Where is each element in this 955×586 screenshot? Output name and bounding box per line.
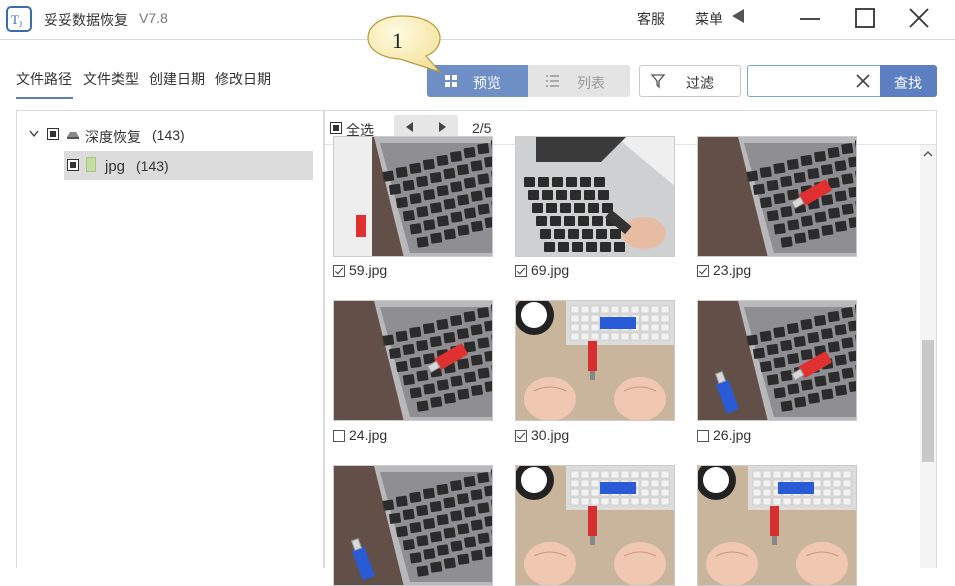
image-thumbnail[interactable] (515, 300, 675, 421)
grid-icon (445, 75, 457, 87)
chevron-down-icon[interactable] (29, 130, 39, 138)
callout-number: 1 (392, 28, 403, 53)
minimize-button[interactable] (796, 6, 824, 32)
active-tab-indicator (16, 97, 73, 99)
tree-child-checkbox[interactable] (67, 159, 79, 171)
image-thumbnail[interactable] (333, 300, 493, 421)
select-all-checkbox[interactable] (330, 122, 342, 134)
scroll-up-button[interactable] (920, 145, 936, 163)
tab-modified-date[interactable]: 修改日期 (215, 69, 271, 89)
item-filename[interactable]: 30.jpg (531, 427, 569, 443)
page-indicator: 2/5 (472, 120, 492, 136)
search-input[interactable] (752, 71, 852, 91)
filter-button[interactable]: 过滤 (639, 65, 741, 97)
item-checkbox[interactable] (697, 265, 709, 277)
svg-text:T: T (11, 12, 19, 27)
svg-text:J: J (19, 20, 22, 29)
list-label: 列表 (577, 75, 605, 91)
customer-service-button[interactable]: 客服 (637, 9, 665, 29)
tab-file-type[interactable]: 文件类型 (83, 69, 139, 89)
tree-root-label: 深度恢复 (85, 129, 141, 145)
clear-icon[interactable] (856, 74, 870, 88)
list-view-button[interactable]: 列表 (528, 65, 630, 97)
search-box (747, 65, 881, 97)
image-thumbnail[interactable] (697, 136, 857, 257)
find-button[interactable]: 查找 (880, 65, 937, 97)
filter-label: 过滤 (686, 75, 714, 91)
drive-icon (67, 132, 79, 139)
app-logo-icon: TJ (6, 6, 32, 32)
item-checkbox[interactable] (333, 430, 345, 442)
tree-node-jpg[interactable]: jpg (143) (64, 151, 313, 180)
item-filename[interactable]: 23.jpg (713, 262, 751, 278)
filter-icon (650, 74, 666, 89)
tree-root-checkbox[interactable] (47, 128, 59, 140)
image-thumbnail[interactable] (697, 300, 857, 421)
menu-arrow-icon[interactable] (732, 9, 744, 23)
image-thumbnail[interactable] (333, 136, 493, 257)
tab-file-path[interactable]: 文件路径 (16, 69, 72, 89)
close-button[interactable] (905, 6, 933, 32)
app-title: 妥妥数据恢复 (44, 12, 128, 28)
scrollbar-thumb[interactable] (922, 340, 934, 462)
tree-child-count: (143) (136, 158, 169, 174)
maximize-button[interactable] (851, 6, 879, 32)
tree-child-label: jpg (105, 158, 126, 175)
menu-button[interactable]: 菜单 (695, 9, 723, 29)
item-filename[interactable]: 59.jpg (349, 262, 387, 278)
callout-balloon (367, 15, 442, 74)
chevron-up-icon (923, 151, 933, 157)
app-version: V7.8 (139, 10, 168, 26)
find-label: 查找 (894, 75, 922, 91)
item-filename[interactable]: 69.jpg (531, 262, 569, 278)
item-checkbox[interactable] (515, 265, 527, 277)
item-checkbox[interactable] (333, 265, 345, 277)
preview-label: 预览 (473, 75, 501, 91)
tab-created-date[interactable]: 创建日期 (149, 69, 205, 89)
item-checkbox[interactable] (515, 430, 527, 442)
item-filename[interactable]: 26.jpg (713, 427, 751, 443)
image-thumbnail[interactable] (515, 136, 675, 257)
tree-node-deep-recovery[interactable]: 深度恢复 (143) (26, 122, 316, 148)
item-filename[interactable]: 24.jpg (349, 427, 387, 443)
list-icon (546, 75, 559, 87)
folder-icon (86, 157, 96, 172)
tree-root-count: (143) (152, 127, 185, 143)
item-checkbox[interactable] (697, 430, 709, 442)
